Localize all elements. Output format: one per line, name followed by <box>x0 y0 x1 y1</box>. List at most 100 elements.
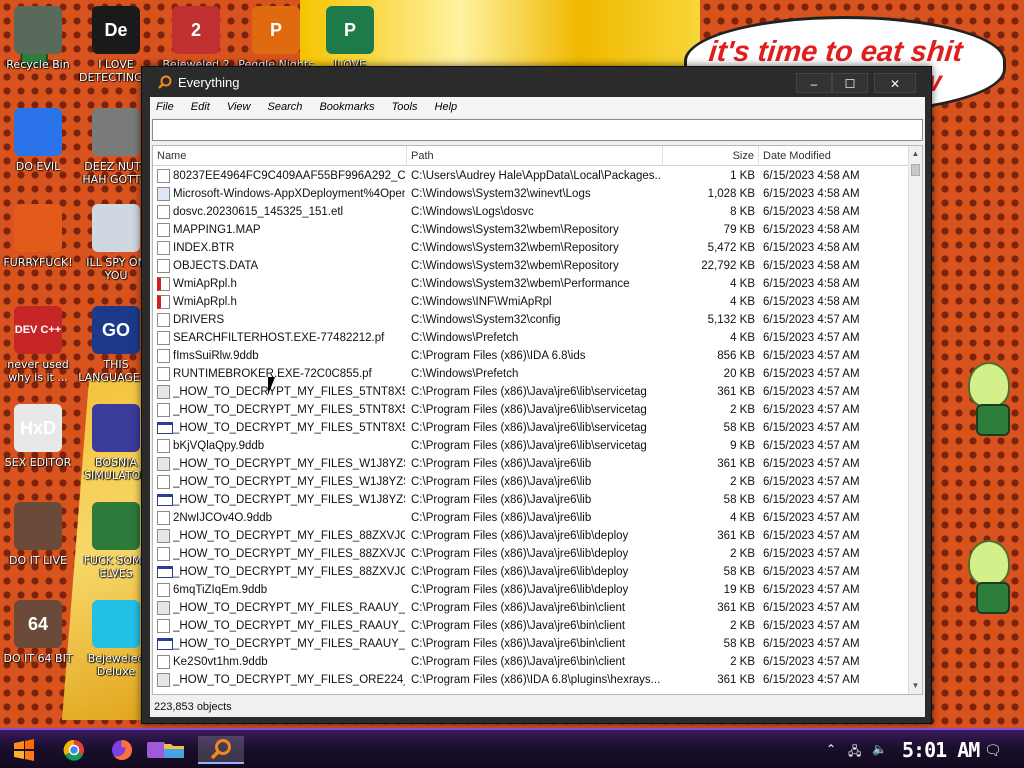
desktop-icon-5[interactable]: DO EVIL <box>0 108 78 173</box>
column-header-path[interactable]: Path <box>407 146 663 166</box>
table-row[interactable]: bKjVQlaQpy.9ddb C:\Program Files (x86)\Ja… <box>153 437 910 455</box>
file-file-icon <box>157 367 170 381</box>
desktop-icon-2[interactable]: 2 Bejeweled 2 <box>156 6 236 71</box>
file-file-icon <box>157 583 170 597</box>
tray-volume-icon[interactable]: 🔈 <box>872 742 887 756</box>
cell-path: C:\Program Files (x86)\Java\jre6\lib <box>411 458 592 470</box>
search-input[interactable] <box>152 119 923 141</box>
taskbar-everything[interactable] <box>198 736 244 764</box>
table-row[interactable]: Microsoft-Windows-AppXDeployment%4Operat… <box>153 185 910 203</box>
desktop-icon-4[interactable]: P ILOVE <box>310 6 390 71</box>
firefox-icon <box>112 740 132 760</box>
portrait-64-icon: 64 <box>14 600 62 648</box>
desktop-icon-3[interactable]: P Peggle Nights <box>236 6 316 71</box>
file-file-icon <box>157 511 170 525</box>
scroll-up-arrow-icon[interactable]: ▲ <box>909 146 922 162</box>
table-row[interactable]: WmiApRpl.h C:\Windows\INF\WmiApRpl 4 KB 6/1… <box>153 293 910 311</box>
table-row[interactable]: _HOW_TO_DECRYPT_MY_FILES_ORE224_.png C:\P… <box>153 671 910 689</box>
table-row[interactable]: _HOW_TO_DECRYPT_MY_FILES_RAAUY_.hta C:\Pr… <box>153 635 910 653</box>
tray-chevron-icon[interactable]: ⌃ <box>826 742 836 756</box>
table-row[interactable]: dosvc.20230615_145325_151.etl C:\Windows\… <box>153 203 910 221</box>
menu-search[interactable]: Search <box>268 97 303 113</box>
menu-bar: File Edit View Search Bookmarks Tools He… <box>150 97 925 117</box>
desktop-icon-7[interactable]: FURRYFUCK! <box>0 204 78 269</box>
cell-path: C:\Program Files (x86)\Java\jre6\lib <box>411 512 592 524</box>
table-row[interactable]: _HOW_TO_DECRYPT_MY_FILES_5TNT8X5P_.hta C:… <box>153 419 910 437</box>
desktop-icon-label: FURRYFUCK! <box>3 256 73 269</box>
desktop-icon-0[interactable]: Recycle Bin <box>0 6 78 71</box>
table-row[interactable]: _HOW_TO_DECRYPT_MY_FILES_5TNT8X5P_.txt C:… <box>153 401 910 419</box>
scrollbar-thumb[interactable] <box>911 164 920 176</box>
cell-size: 361 KB <box>717 530 755 542</box>
h-file-icon <box>157 277 170 291</box>
table-row[interactable]: _HOW_TO_DECRYPT_MY_FILES_W1J8YZS_.png C:\… <box>153 455 910 473</box>
desktop-icon-11[interactable]: HxD SEX EDITOR <box>0 404 78 469</box>
minimize-button[interactable]: – <box>796 73 832 93</box>
table-row[interactable]: _HOW_TO_DECRYPT_MY_FILES_RAAUY_.txt C:\Pr… <box>153 617 910 635</box>
table-row[interactable]: SEARCHFILTERHOST.EXE-77482212.pf C:\Windo… <box>153 329 910 347</box>
table-row[interactable]: OBJECTS.DATA C:\Windows\System32\wbem\Rep… <box>153 257 910 275</box>
img-file-icon <box>157 457 170 471</box>
close-button[interactable]: ✕ <box>874 73 916 93</box>
table-row[interactable]: _HOW_TO_DECRYPT_MY_FILES_88ZXVJO_.png C:\… <box>153 527 910 545</box>
table-row[interactable]: Ke2S0vt1hm.9ddb C:\Program Files (x86)\Ja… <box>153 653 910 671</box>
taskbar-clock[interactable]: 5:01 AM <box>902 738 980 762</box>
cell-name: _HOW_TO_DECRYPT_MY_FILES_88ZXVJO_.hta <box>173 566 405 578</box>
vertical-scrollbar[interactable]: ▲ ▼ <box>908 146 922 694</box>
speech-text-line1: it's time to eat shit <box>707 36 965 68</box>
table-row[interactable]: 80237EE4964FC9C409AAF55BF996A292_C51... C… <box>153 167 910 185</box>
cell-date-modified: 6/15/2023 4:57 AM <box>763 566 860 578</box>
menu-bookmarks[interactable]: Bookmarks <box>319 97 374 113</box>
cell-date-modified: 6/15/2023 4:58 AM <box>763 260 860 272</box>
tray-network-icon[interactable]: 🖧 <box>848 742 861 763</box>
desktop-icon-15[interactable]: 64 DO IT 64 BIT <box>0 600 78 665</box>
maximize-button[interactable]: ☐ <box>832 73 868 93</box>
cell-date-modified: 6/15/2023 4:58 AM <box>763 296 860 308</box>
table-row[interactable]: _HOW_TO_DECRYPT_MY_FILES_5TNT8X5P_.png C:… <box>153 383 910 401</box>
table-row[interactable]: INDEX.BTR C:\Windows\System32\wbem\Reposi… <box>153 239 910 257</box>
table-row[interactable]: MAPPING1.MAP C:\Windows\System32\wbem\Rep… <box>153 221 910 239</box>
table-row[interactable]: _HOW_TO_DECRYPT_MY_FILES_W1J8YZS_.hta C:\… <box>153 491 910 509</box>
table-row[interactable]: 2NwIJCOv4O.9ddb C:\Program Files (x86)\Ja… <box>153 509 910 527</box>
cell-size: 79 KB <box>723 224 755 236</box>
table-row[interactable]: DRIVERS C:\Windows\System32\config 5,132 K… <box>153 311 910 329</box>
cell-date-modified: 6/15/2023 4:57 AM <box>763 530 860 542</box>
object-count: 223,853 objects <box>154 701 232 713</box>
menu-view[interactable]: View <box>227 97 251 113</box>
table-row[interactable]: _HOW_TO_DECRYPT_MY_FILES_W1J8YZS_.txt C:\… <box>153 473 910 491</box>
table-row[interactable]: _HOW_TO_DECRYPT_MY_FILES_88ZXVJO_.hta C:\… <box>153 563 910 581</box>
column-header-size[interactable]: Size <box>663 146 759 166</box>
table-row[interactable]: _HOW_TO_DECRYPT_MY_FILES_88ZXVJO_.txt C:\… <box>153 545 910 563</box>
notifications-icon[interactable]: 🗨 <box>984 742 1002 759</box>
table-row[interactable]: 6mqTiZIqEm.9ddb C:\Program Files (x86)\Ja… <box>153 581 910 599</box>
table-row[interactable]: WmiApRpl.h C:\Windows\System32\wbem\Perfo… <box>153 275 910 293</box>
cell-date-modified: 6/15/2023 4:57 AM <box>763 332 860 344</box>
taskbar-chrome[interactable] <box>58 736 90 764</box>
menu-file[interactable]: File <box>156 97 174 113</box>
table-row[interactable]: _HOW_TO_DECRYPT_MY_FILES_RAAUY_.png C:\Pr… <box>153 599 910 617</box>
img-file-icon <box>157 385 170 399</box>
desktop-icon-13[interactable]: DO IT LIVE <box>0 502 78 567</box>
table-row[interactable]: RUNTIMEBROKER.EXE-72C0C855.pf C:\Windows\… <box>153 365 910 383</box>
cell-size: 2 KB <box>730 404 755 416</box>
menu-edit[interactable]: Edit <box>191 97 210 113</box>
column-header-name[interactable]: Name <box>153 146 407 166</box>
desktop-icon-9[interactable]: DEV C++ never used why is it ... <box>0 306 78 384</box>
taskbar-file-explorer[interactable] <box>158 736 190 764</box>
title-bar[interactable]: Everything – ☐ ✕ <box>142 67 931 97</box>
cell-name: 80237EE4964FC9C409AAF55BF996A292_C51... <box>173 170 405 182</box>
column-header-date-modified[interactable]: Date Modified <box>759 146 910 166</box>
wallpaper-character <box>958 540 1020 614</box>
cell-path: C:\Windows\INF\WmiApRpl <box>411 296 552 308</box>
taskbar-firefox[interactable] <box>106 736 138 764</box>
cell-size: 4 KB <box>730 296 755 308</box>
menu-tools[interactable]: Tools <box>392 97 418 113</box>
cell-name: _HOW_TO_DECRYPT_MY_FILES_W1J8YZS_.hta <box>173 494 405 506</box>
cell-date-modified: 6/15/2023 4:57 AM <box>763 350 860 362</box>
menu-help[interactable]: Help <box>435 97 458 113</box>
start-button[interactable] <box>8 736 40 764</box>
publisher-icon: P <box>326 6 374 54</box>
table-row[interactable]: fImsSuiRlw.9ddb C:\Program Files (x86)\ID… <box>153 347 910 365</box>
status-bar: 223,853 objects <box>150 697 925 717</box>
scroll-down-arrow-icon[interactable]: ▼ <box>909 678 922 694</box>
